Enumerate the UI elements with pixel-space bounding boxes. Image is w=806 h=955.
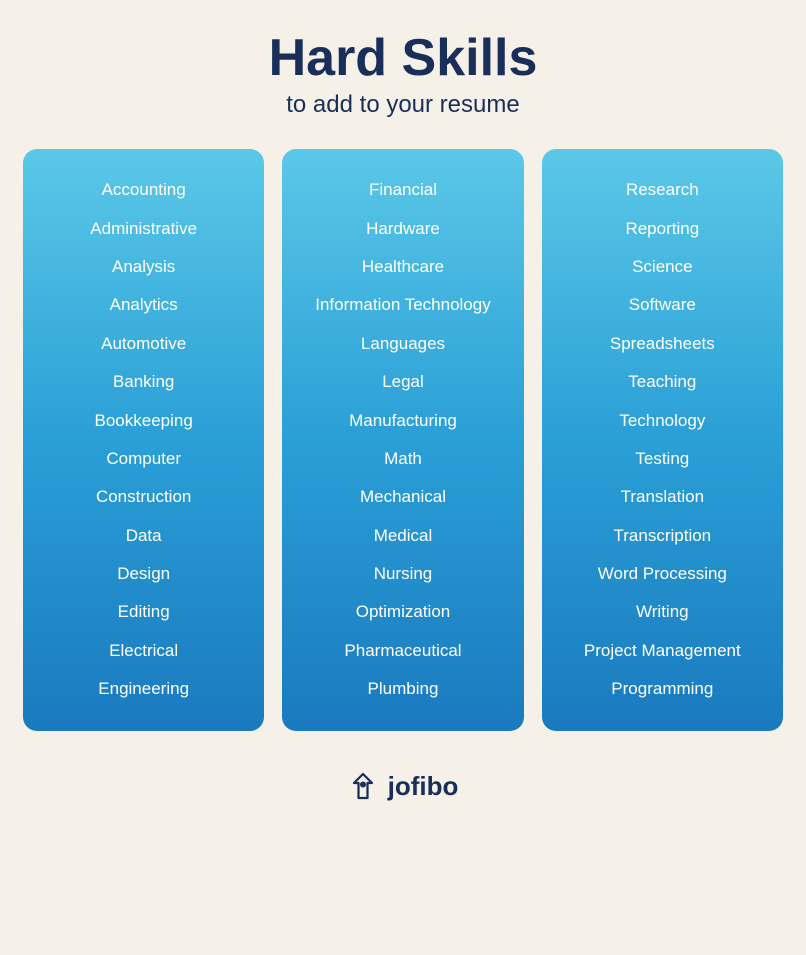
skill-item: Math bbox=[292, 440, 513, 478]
skill-item: Banking bbox=[33, 363, 254, 401]
skill-item: Science bbox=[552, 248, 773, 286]
skill-item: Testing bbox=[552, 440, 773, 478]
skill-item: Analysis bbox=[33, 248, 254, 286]
skill-item: Project Management bbox=[552, 632, 773, 670]
skill-item: Construction bbox=[33, 478, 254, 516]
skill-item: Electrical bbox=[33, 632, 254, 670]
skill-item: Engineering bbox=[33, 670, 254, 708]
skill-item: Editing bbox=[33, 593, 254, 631]
skill-item: Medical bbox=[292, 517, 513, 555]
page-header: Hard Skills to add to your resume bbox=[269, 30, 538, 119]
skill-item: Legal bbox=[292, 363, 513, 401]
skill-column-col3: ResearchReportingScienceSoftwareSpreadsh… bbox=[542, 149, 783, 730]
skill-item: Reporting bbox=[552, 210, 773, 248]
skill-item: Manufacturing bbox=[292, 402, 513, 440]
skill-item: Financial bbox=[292, 171, 513, 209]
main-title: Hard Skills bbox=[269, 30, 538, 87]
skill-item: Bookkeeping bbox=[33, 402, 254, 440]
skill-column-col2: FinancialHardwareHealthcareInformation T… bbox=[282, 149, 523, 730]
skill-item: Research bbox=[552, 171, 773, 209]
skill-column-col1: AccountingAdministrativeAnalysisAnalytic… bbox=[23, 149, 264, 730]
skill-item: Accounting bbox=[33, 171, 254, 209]
skill-item: Writing bbox=[552, 593, 773, 631]
skill-item: Design bbox=[33, 555, 254, 593]
skill-item: Analytics bbox=[33, 286, 254, 324]
skill-item: Administrative bbox=[33, 210, 254, 248]
skill-item: Software bbox=[552, 286, 773, 324]
skill-item: Mechanical bbox=[292, 478, 513, 516]
skill-item: Data bbox=[33, 517, 254, 555]
skills-columns: AccountingAdministrativeAnalysisAnalytic… bbox=[23, 149, 783, 730]
skill-item: Computer bbox=[33, 440, 254, 478]
main-subtitle: to add to your resume bbox=[269, 91, 538, 119]
skill-item: Nursing bbox=[292, 555, 513, 593]
skill-item: Technology bbox=[552, 402, 773, 440]
skill-item: Teaching bbox=[552, 363, 773, 401]
brand-name: jofibo bbox=[388, 771, 459, 802]
skill-item: Automotive bbox=[33, 325, 254, 363]
skill-item: Word Processing bbox=[552, 555, 773, 593]
skill-item: Programming bbox=[552, 670, 773, 708]
footer: jofibo bbox=[348, 771, 459, 802]
skill-item: Translation bbox=[552, 478, 773, 516]
skill-item: Optimization bbox=[292, 593, 513, 631]
skill-item: Information Technology bbox=[292, 286, 513, 324]
skill-item: Hardware bbox=[292, 210, 513, 248]
jofibo-logo-icon bbox=[348, 771, 378, 801]
skill-item: Plumbing bbox=[292, 670, 513, 708]
skill-item: Pharmaceutical bbox=[292, 632, 513, 670]
skill-item: Transcription bbox=[552, 517, 773, 555]
skill-item: Languages bbox=[292, 325, 513, 363]
skill-item: Healthcare bbox=[292, 248, 513, 286]
skill-item: Spreadsheets bbox=[552, 325, 773, 363]
